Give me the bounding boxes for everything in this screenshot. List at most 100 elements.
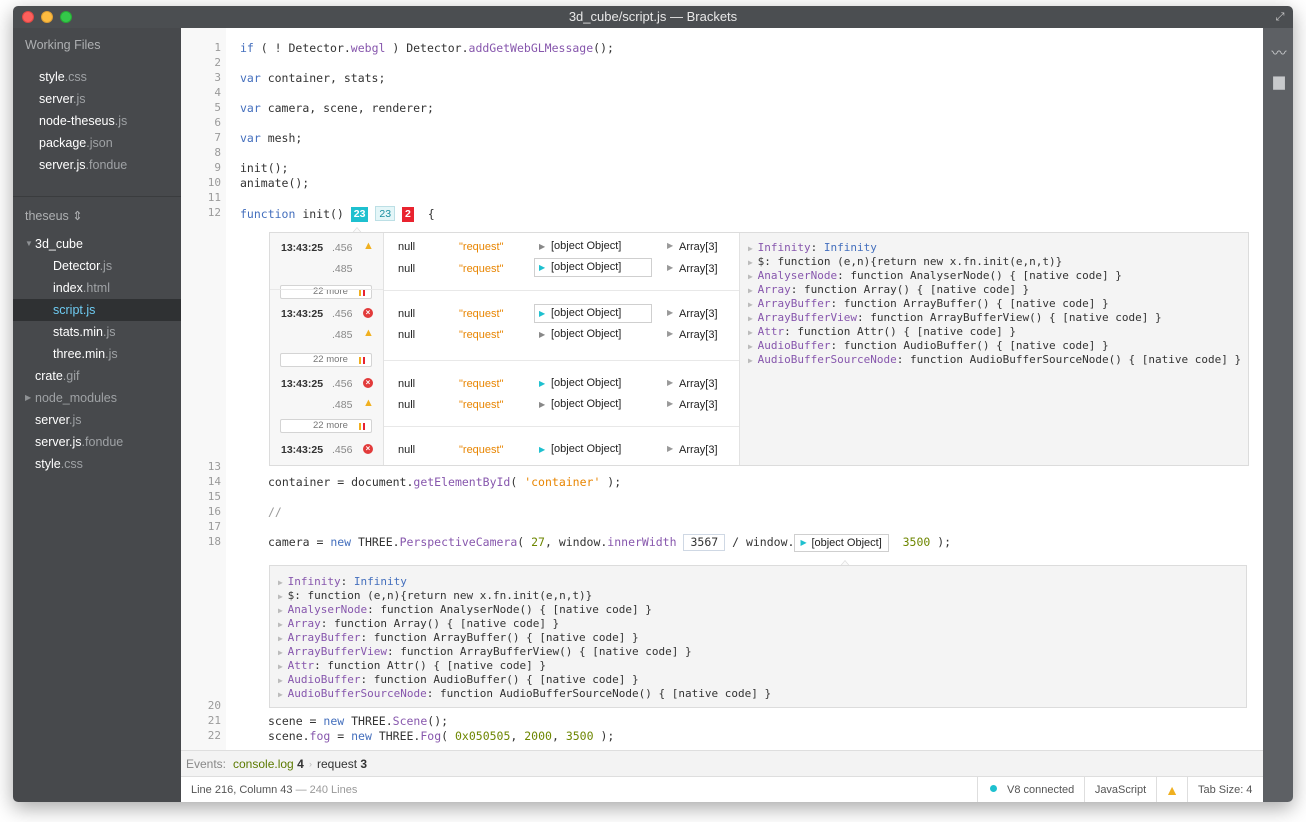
tree-file[interactable]: style.css xyxy=(13,453,181,475)
log-arg-object[interactable]: ▶ [object Object] xyxy=(534,395,652,414)
working-file-item[interactable]: package.json xyxy=(13,132,181,154)
error-count-badge[interactable]: 2 xyxy=(402,207,414,222)
log-arg-object[interactable]: ▶ [object Object] xyxy=(534,374,652,393)
object-property[interactable]: ▶ AudioBufferSourceNode: function AudioB… xyxy=(278,687,771,700)
object-property[interactable]: ▶ AnalyserNode: function AnalyserNode() … xyxy=(748,269,1122,282)
object-property[interactable]: ▶ Infinity: Infinity xyxy=(748,241,877,254)
object-property[interactable]: ▶ Array: function Array() { [native code… xyxy=(748,283,1029,296)
folder-closed-icon: ▶ xyxy=(25,393,32,402)
object-property[interactable]: ▶ ArrayBufferView: function ArrayBufferV… xyxy=(748,311,1162,324)
right-toolbar: 〰 ▆ xyxy=(1263,28,1293,802)
error-icon: × xyxy=(363,308,373,318)
object-property[interactable]: ▶ Attr: function Attr() { [native code] … xyxy=(278,659,546,672)
project-dropdown[interactable]: theseus ⇕ xyxy=(25,208,83,223)
code-editor[interactable]: 1 2 3 4 5 6 7 8 9 10 11 12 13 14 15 16 1… xyxy=(181,28,1263,750)
object-property[interactable]: ▶ AudioBuffer: function AudioBuffer() { … xyxy=(278,673,639,686)
event-request[interactable]: request 3 xyxy=(317,757,367,771)
tab-size-selector[interactable]: Tab Size: 4 xyxy=(1187,777,1263,802)
line-number: 2 xyxy=(214,56,221,69)
log-arg-array[interactable]: ▶ Array[3] xyxy=(667,308,718,320)
fullscreen-icon[interactable]: ⤢ xyxy=(1273,10,1287,24)
minimize-window-button[interactable] xyxy=(41,11,53,23)
working-file-item[interactable]: server.js xyxy=(13,88,181,110)
log-arg-object[interactable]: ▶ [object Object] xyxy=(534,258,652,277)
object-property[interactable]: ▶ $: function (e,n){return new x.fn.init… xyxy=(748,255,1062,268)
tree-file[interactable]: Detector.js xyxy=(13,255,181,277)
object-property[interactable]: ▶ AudioBuffer: function AudioBuffer() { … xyxy=(748,339,1109,352)
tree-folder-node-modules[interactable]: ▶ node_modules xyxy=(13,387,181,409)
object-property[interactable]: ▶ Infinity: Infinity xyxy=(278,575,407,588)
expand-icon: ▶ xyxy=(667,308,674,317)
tree-file[interactable]: index.html xyxy=(13,277,181,299)
call-count-badge[interactable]: 23 xyxy=(350,207,369,222)
log-arg-array[interactable]: ▶ Array[3] xyxy=(667,241,718,253)
row-separator xyxy=(384,290,739,291)
log-arg-string: "request" xyxy=(459,399,504,411)
log-arg-array[interactable]: ▶ Array[3] xyxy=(667,444,718,456)
object-property[interactable]: ▶ Attr: function Attr() { [native code] … xyxy=(748,325,1016,338)
log-arg-array[interactable]: ▶ Array[3] xyxy=(667,263,718,275)
tree-file[interactable]: crate.gif xyxy=(13,365,181,387)
object-property[interactable]: ▶ $: function (e,n){return new x.fn.init… xyxy=(278,589,592,602)
log-arg-object[interactable]: ▶ [object Object] xyxy=(534,325,652,344)
tree-file[interactable]: stats.min.js xyxy=(13,321,181,343)
log-values-column: null "request" ▶ [object Object] ▶ Array[3… xyxy=(384,233,740,465)
line-number: 15 xyxy=(207,490,221,503)
inline-object-value[interactable]: ▶ [object Object] xyxy=(794,534,889,552)
more-calls-button[interactable]: 22 more xyxy=(280,353,372,367)
sidebar-divider xyxy=(13,196,181,197)
line-number: 6 xyxy=(214,116,221,129)
error-icon: × xyxy=(363,444,373,454)
log-ms: .485 xyxy=(332,399,353,411)
line-number: 11 xyxy=(207,191,221,204)
zoom-window-button[interactable] xyxy=(60,11,72,23)
line-number: 21 xyxy=(207,714,221,727)
log-arg-array[interactable]: ▶ Array[3] xyxy=(667,399,718,411)
working-file-item[interactable]: style.css xyxy=(13,66,181,88)
warning-icon: ▲ xyxy=(363,240,374,252)
expand-icon: ▶ xyxy=(667,241,674,250)
log-timestamp: 13:43:25 xyxy=(281,444,324,456)
inline-value[interactable]: 3567 xyxy=(683,534,726,551)
working-file-item[interactable]: node-theseus.js xyxy=(13,110,181,132)
log-ms: .485 xyxy=(332,263,353,275)
error-icon: × xyxy=(363,378,373,388)
object-property[interactable]: ▶ AudioBufferSourceNode: function AudioB… xyxy=(748,353,1241,366)
tree-file-selected[interactable]: script.js xyxy=(13,299,191,321)
log-arg-null: null xyxy=(398,263,416,275)
call-count-badge-light[interactable]: 23 xyxy=(375,206,396,221)
log-arg-array[interactable]: ▶ Array[3] xyxy=(667,378,718,390)
event-console-log[interactable]: console.log 4 xyxy=(233,757,304,771)
v8-status[interactable]: V8 connected xyxy=(977,777,1084,802)
log-arg-string: "request" xyxy=(459,263,504,275)
tree-file[interactable]: three.min.js xyxy=(13,343,181,365)
expand-icon: ▶ xyxy=(539,400,546,409)
log-arg-null: null xyxy=(398,308,416,320)
object-property[interactable]: ▶ ArrayBufferView: function ArrayBufferV… xyxy=(278,645,692,658)
lint-warning-icon[interactable]: ▲ xyxy=(1156,777,1187,802)
log-arg-object[interactable]: ▶ [object Object] xyxy=(534,304,652,323)
line-number: 13 xyxy=(207,460,221,473)
tree-file[interactable]: server.js xyxy=(13,409,181,431)
code-line: animate(); xyxy=(240,176,310,190)
more-calls-button[interactable]: 22 more xyxy=(280,419,372,433)
tree-file[interactable]: server.js.fondue xyxy=(13,431,181,453)
line-number: 12 xyxy=(207,206,221,219)
tree-folder-3d-cube[interactable]: ▼ 3d_cube xyxy=(13,233,181,255)
working-file-item[interactable]: server.js.fondue xyxy=(13,154,181,176)
more-calls-button[interactable]: 22 more xyxy=(280,285,372,299)
log-arg-object[interactable]: ▶ [object Object] xyxy=(534,440,652,459)
log-arg-object[interactable]: ▶ [object Object] xyxy=(534,237,652,256)
close-window-button[interactable] xyxy=(22,11,34,23)
object-property[interactable]: ▶ ArrayBuffer: function ArrayBuffer() { … xyxy=(278,631,639,644)
expand-icon: ▶ xyxy=(800,538,807,547)
object-property[interactable]: ▶ AnalyserNode: function AnalyserNode() … xyxy=(278,603,652,616)
expand-icon: ▶ xyxy=(539,445,546,454)
extension-manager-icon[interactable]: ▆ xyxy=(1270,74,1288,90)
log-arg-array[interactable]: ▶ Array[3] xyxy=(667,329,718,341)
language-selector[interactable]: JavaScript xyxy=(1084,777,1156,802)
line-number: 4 xyxy=(214,86,221,99)
live-preview-icon[interactable]: 〰 xyxy=(1270,46,1288,62)
object-property[interactable]: ▶ ArrayBuffer: function ArrayBuffer() { … xyxy=(748,297,1109,310)
object-property[interactable]: ▶ Array: function Array() { [native code… xyxy=(278,617,559,630)
